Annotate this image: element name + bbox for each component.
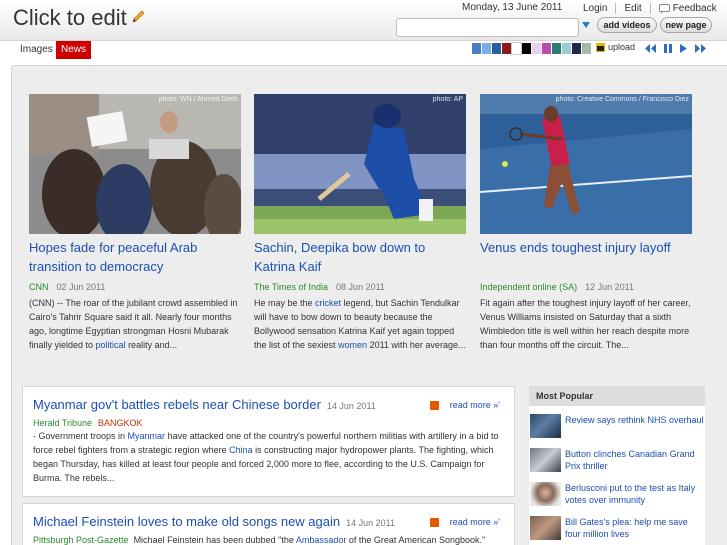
story-location: BANGKOK bbox=[98, 418, 143, 428]
story-date: 08 Jun 2011 bbox=[336, 282, 385, 292]
story-date: 02 Jun 2011 bbox=[56, 282, 106, 292]
popular-link[interactable]: Berlusconi put to the test as Italy vote… bbox=[565, 482, 705, 508]
search-input[interactable] bbox=[396, 18, 579, 37]
media-controls bbox=[645, 44, 706, 53]
story-card: Myanmar gov't battles rebels near Chines… bbox=[22, 386, 515, 497]
keyword-link[interactable]: political bbox=[96, 340, 126, 350]
popular-link[interactable]: Review says rethink NHS overhaul bbox=[565, 414, 704, 440]
story-headline[interactable]: Michael Feinstein loves to make old song… bbox=[33, 514, 340, 529]
story-source[interactable]: Herald Tribune bbox=[33, 418, 92, 428]
photo-credit: photo: WN / Ahmed Deeb bbox=[158, 96, 238, 103]
add-videos-button[interactable]: add videos bbox=[597, 17, 657, 33]
upload-control[interactable]: upload bbox=[596, 42, 635, 52]
feedback-link[interactable]: Feedback bbox=[649, 3, 725, 14]
featured-summary: (CNN) -- The roar of the jubilant crowd … bbox=[29, 298, 238, 350]
story-headline[interactable]: Myanmar gov't battles rebels near Chines… bbox=[33, 397, 321, 412]
story-source[interactable]: The Times of India bbox=[254, 282, 328, 292]
color-swatches bbox=[472, 42, 592, 55]
color-swatch[interactable] bbox=[502, 43, 511, 54]
keyword-link[interactable]: China bbox=[229, 445, 253, 455]
feedback-label: Feedback bbox=[672, 3, 717, 14]
color-swatch[interactable] bbox=[482, 43, 491, 54]
popular-thumbnail[interactable] bbox=[530, 448, 561, 472]
upload-label: upload bbox=[608, 42, 636, 52]
color-swatch[interactable] bbox=[552, 43, 561, 54]
tab-images[interactable]: Images bbox=[15, 41, 58, 58]
popular-item: Berlusconi put to the test as Italy vote… bbox=[529, 482, 705, 508]
story-date: 14 Jun 2011 bbox=[326, 401, 376, 411]
toolbar: Images News upload bbox=[0, 41, 727, 59]
rewind-icon[interactable] bbox=[645, 44, 656, 53]
popular-item: Bill Gates's plea: help me save four mil… bbox=[529, 516, 705, 542]
keyword-link[interactable]: Ambassador bbox=[296, 535, 347, 545]
story-source[interactable]: CNN bbox=[29, 282, 49, 292]
featured-photo-tennis[interactable]: photo: Creative Commons / Francisco Diez bbox=[480, 94, 692, 234]
login-link[interactable]: Login bbox=[566, 3, 615, 14]
read-more-link[interactable]: read more »' bbox=[450, 400, 500, 410]
most-popular-panel: Most Popular Review says rethink NHS ove… bbox=[529, 386, 705, 545]
color-swatch[interactable] bbox=[532, 43, 541, 54]
featured-story: photo: WN / Ahmed Deeb Hopes fade for pe… bbox=[29, 94, 242, 352]
color-swatch[interactable] bbox=[542, 43, 551, 54]
current-date: Monday, 13 June 2011 bbox=[462, 2, 563, 13]
popular-thumbnail[interactable] bbox=[530, 414, 561, 438]
featured-headline[interactable]: Sachin, Deepika bow down to Katrina Kaif bbox=[254, 238, 467, 276]
new-page-button[interactable]: new page bbox=[660, 17, 712, 33]
fast-forward-icon[interactable] bbox=[695, 44, 706, 53]
story-card: Michael Feinstein loves to make old song… bbox=[22, 503, 515, 545]
color-swatch[interactable] bbox=[562, 43, 571, 54]
story-source[interactable]: Pittsburgh Post-Gazette bbox=[33, 535, 129, 545]
most-popular-heading: Most Popular bbox=[529, 386, 705, 406]
play-icon[interactable] bbox=[680, 44, 687, 53]
photo-credit: photo: Creative Commons / Francisco Diez bbox=[555, 96, 689, 103]
popular-item: Review says rethink NHS overhaul bbox=[529, 414, 705, 440]
story-date: 14 Jun 2011 bbox=[346, 518, 396, 528]
popular-thumbnail[interactable] bbox=[530, 516, 561, 540]
upload-icon bbox=[596, 42, 605, 52]
pause-icon[interactable] bbox=[664, 44, 672, 53]
color-swatch[interactable] bbox=[572, 43, 581, 54]
story-date: 12 Jun 2011 bbox=[585, 282, 634, 292]
featured-summary: He may be the cricket legend, but Sachin… bbox=[254, 298, 466, 350]
color-swatch[interactable] bbox=[511, 42, 522, 55]
user-links: Login Edit Feedback bbox=[566, 2, 725, 15]
featured-photo-cricket[interactable]: photo: AP bbox=[254, 94, 466, 234]
rss-icon[interactable] bbox=[430, 518, 439, 527]
color-swatch[interactable] bbox=[472, 43, 481, 54]
site-title[interactable]: Click to edit bbox=[13, 5, 127, 31]
popular-thumbnail[interactable] bbox=[530, 482, 561, 506]
featured-story: photo: AP Sachin, Deepika bow down to Ka… bbox=[254, 94, 467, 352]
popular-link[interactable]: Bill Gates's plea: help me save four mil… bbox=[565, 516, 705, 542]
popular-link[interactable]: Button clinches Canadian Grand Prix thri… bbox=[565, 448, 705, 474]
color-swatch[interactable] bbox=[582, 43, 591, 54]
popular-item: Button clinches Canadian Grand Prix thri… bbox=[529, 448, 705, 474]
pencil-icon[interactable] bbox=[131, 9, 146, 24]
featured-headline[interactable]: Hopes fade for peaceful Arab transition … bbox=[29, 238, 242, 276]
featured-headline[interactable]: Venus ends toughest injury layoff bbox=[480, 238, 693, 257]
color-swatch[interactable] bbox=[522, 43, 531, 54]
keyword-link[interactable]: Myanmar bbox=[128, 431, 166, 441]
featured-photo-protest[interactable]: photo: WN / Ahmed Deeb bbox=[29, 94, 241, 234]
tab-news[interactable]: News bbox=[56, 41, 92, 59]
keyword-link[interactable]: women bbox=[338, 340, 367, 350]
story-source[interactable]: Independent online (SA) bbox=[480, 282, 577, 292]
edit-link[interactable]: Edit bbox=[615, 3, 649, 14]
feedback-icon bbox=[658, 3, 670, 13]
search-dropdown-icon[interactable] bbox=[582, 22, 590, 28]
color-swatch[interactable] bbox=[492, 43, 501, 54]
featured-story: photo: Creative Commons / Francisco Diez… bbox=[480, 94, 693, 352]
featured-summary: Fit again after the toughest injury layo… bbox=[480, 298, 691, 350]
keyword-link[interactable]: cricket bbox=[315, 298, 341, 308]
photo-credit: photo: AP bbox=[432, 96, 463, 103]
top-header: Click to edit Monday, 13 June 2011 Login… bbox=[0, 0, 727, 41]
rss-icon[interactable] bbox=[430, 401, 439, 410]
story-summary: - Government troops in Myanmar have atta… bbox=[33, 431, 499, 483]
read-more-link[interactable]: read more »' bbox=[450, 517, 500, 527]
content-area: photo: WN / Ahmed Deeb Hopes fade for pe… bbox=[11, 65, 727, 545]
